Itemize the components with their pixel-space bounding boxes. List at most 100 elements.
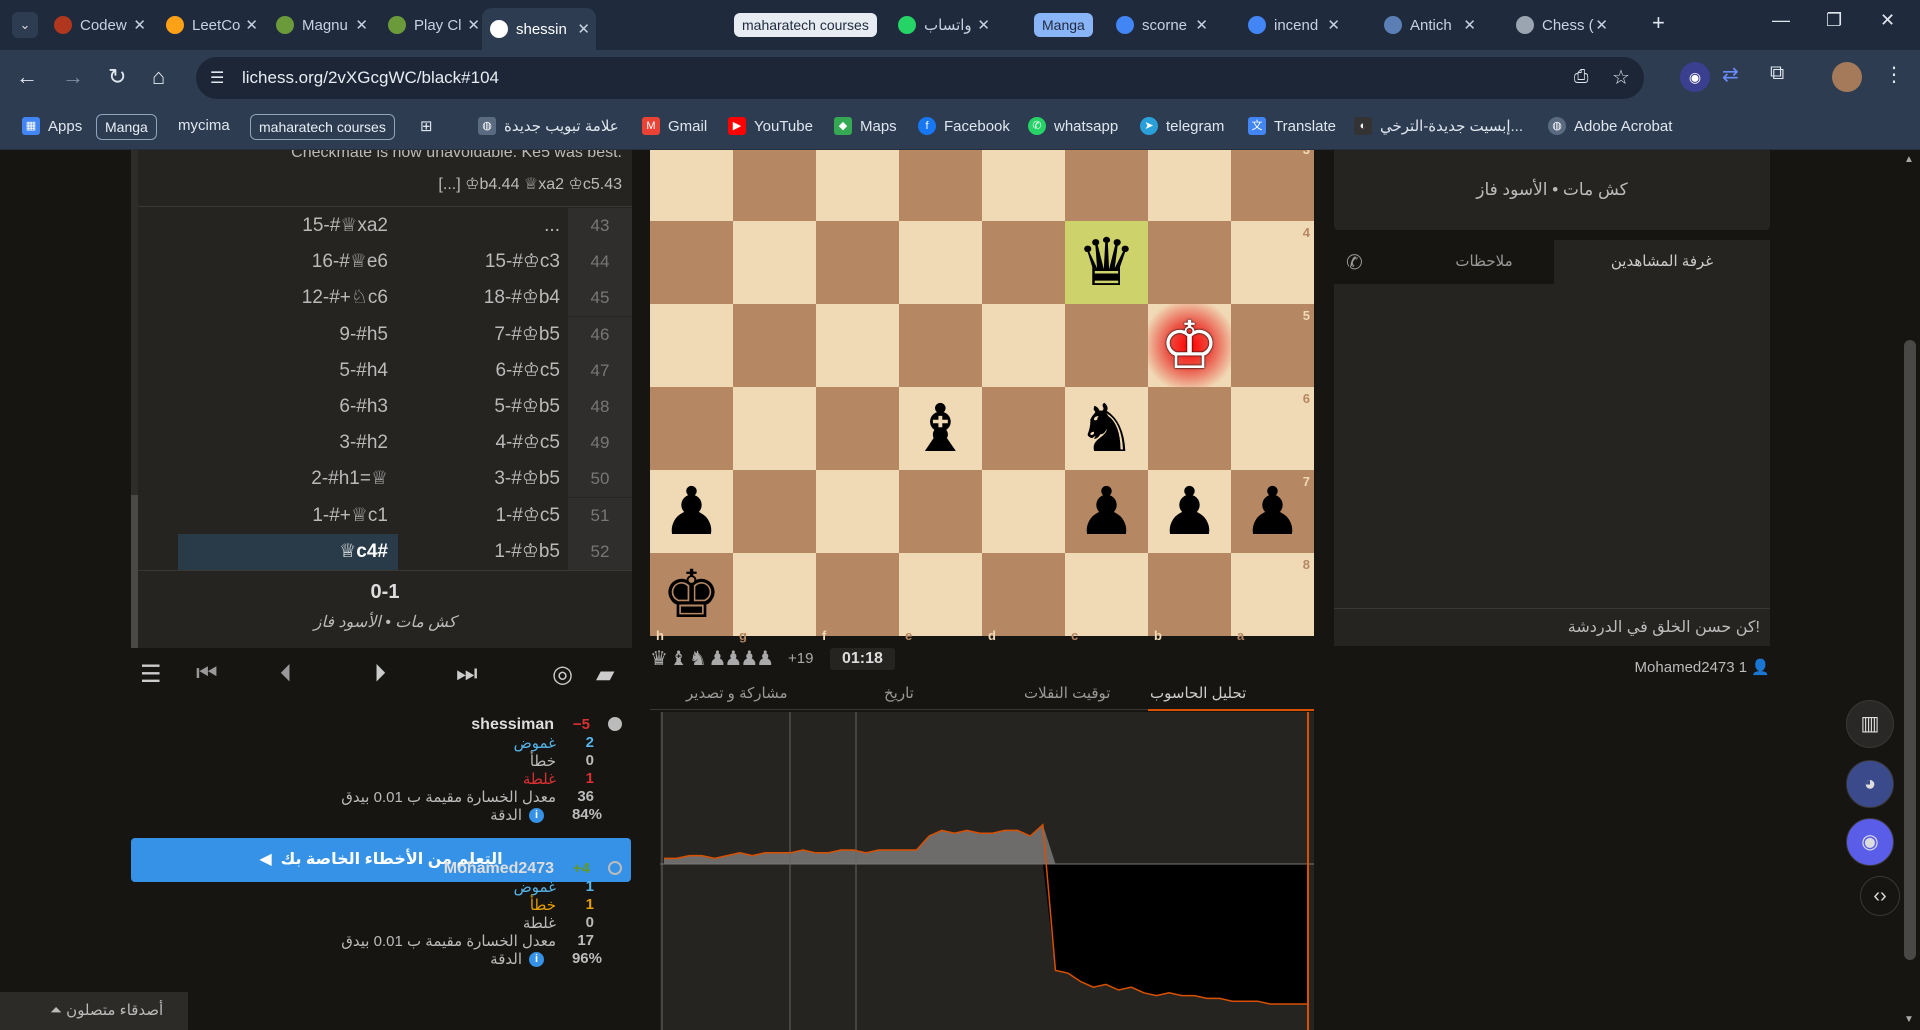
discord-bubble-icon[interactable]: ◉	[1846, 818, 1894, 866]
phone-icon[interactable]: ✆	[1346, 250, 1363, 275]
new-tab-plus-icon[interactable]: +	[1652, 10, 1665, 36]
scroll-down-arrow-icon[interactable]: ▼	[1904, 1014, 1914, 1025]
white-move[interactable]: 5-#♔b5	[398, 389, 568, 425]
board-square[interactable]	[733, 304, 816, 387]
board-square[interactable]	[816, 553, 899, 636]
tab-close-icon[interactable]: ✕	[1463, 16, 1476, 34]
reload-icon[interactable]: ↻	[108, 64, 126, 90]
tab-close-icon[interactable]: ✕	[245, 16, 258, 34]
white-move[interactable]: 4-#♔c5	[398, 425, 568, 461]
forward-arrow-icon[interactable]: →	[62, 64, 84, 90]
black-bishop-piece[interactable]: ♝	[899, 387, 982, 470]
tab-close-icon[interactable]: ✕	[133, 16, 146, 34]
chess-board[interactable]: ♛♔♝♞♟♟♟♟♚hgfedcba345678	[650, 150, 1314, 646]
tab-crosstable[interactable]: تاريخ	[884, 684, 914, 702]
board-square[interactable]	[982, 470, 1065, 553]
browser-tab[interactable]: ● scorne ✕	[1108, 8, 1214, 42]
tab-close-icon[interactable]: ✕	[977, 16, 990, 34]
extension-discord-icon[interactable]: ◉	[1680, 62, 1710, 92]
board-square[interactable]	[816, 221, 899, 304]
tab-move-times[interactable]: توقيت النقلات	[1024, 684, 1110, 702]
board-square[interactable]	[1148, 553, 1231, 636]
board-square[interactable]	[982, 387, 1065, 470]
board-square[interactable]	[1065, 304, 1148, 387]
advantage-chart[interactable]	[660, 712, 1314, 1030]
white-move[interactable]: 15-#♔c3	[398, 244, 568, 280]
home-icon[interactable]: ⌂	[152, 64, 165, 90]
board-square[interactable]	[899, 150, 982, 221]
white-move[interactable]: 7-#♔b5	[398, 317, 568, 353]
board-square[interactable]	[650, 304, 733, 387]
profile-avatar[interactable]	[1832, 62, 1862, 92]
board-square[interactable]	[1148, 221, 1231, 304]
menu-kebab-icon[interactable]: ⋮	[1884, 62, 1904, 87]
color-wheel-icon[interactable]: ◕	[1846, 760, 1894, 808]
black-move[interactable]: ♕c4#	[178, 533, 398, 570]
code-toggle-icon[interactable]: ‹›	[1860, 876, 1900, 916]
restore-icon[interactable]: ❐	[1826, 10, 1842, 31]
advantage-chart-svg[interactable]	[660, 712, 1314, 1030]
bookmark-folder-grid-icon[interactable]: ⊞	[420, 117, 433, 135]
bookmark-star-icon[interactable]: ☆	[1612, 65, 1630, 90]
board-square[interactable]	[1231, 150, 1314, 221]
board-square[interactable]	[733, 553, 816, 636]
next-move-icon[interactable]: ⏵	[374, 660, 386, 688]
black-move[interactable]: 12-#+♘c6	[178, 280, 398, 316]
black-move[interactable]: 1-#+♕c1	[178, 498, 398, 534]
browser-tab[interactable]: ● Play Cl ✕	[380, 8, 486, 42]
board-square[interactable]	[982, 553, 1065, 636]
extensions-puzzle-icon[interactable]: ⧉	[1770, 62, 1784, 85]
tab-group-maharatech[interactable]: maharatech courses	[734, 13, 877, 37]
board-square[interactable]	[733, 387, 816, 470]
browser-tab[interactable]: ● Antich ✕	[1376, 8, 1482, 42]
white-move[interactable]: ...	[398, 208, 568, 244]
board-square[interactable]	[816, 150, 899, 221]
white-move[interactable]: 3-#♔b5	[398, 461, 568, 497]
bookmark-mycima[interactable]: mycima	[178, 117, 230, 134]
white-move[interactable]: 6-#♔c5	[398, 353, 568, 389]
browser-tab[interactable]: ● Chess (✕	[1508, 8, 1614, 42]
site-info-icon[interactable]: ☰	[210, 68, 224, 88]
bookmark-facebook[interactable]: f Facebook	[918, 117, 1010, 135]
bookmark-youtube[interactable]: ▶ YouTube	[728, 117, 813, 135]
black-move[interactable]: 9-#h5	[178, 317, 398, 353]
board-square[interactable]	[733, 470, 816, 553]
black-pawn-piece[interactable]: ♟	[1148, 470, 1231, 553]
first-move-icon[interactable]: ⏮	[196, 660, 218, 688]
bookmark-translate[interactable]: 文 Translate	[1248, 117, 1336, 135]
extension-arrows-icon[interactable]: ⇄	[1722, 62, 1739, 87]
bookmark-acrobat[interactable]: ◍ Adobe Acrobat	[1548, 117, 1672, 135]
browser-tab[interactable]: ● Codew ✕	[46, 8, 152, 42]
board-square[interactable]	[1231, 387, 1314, 470]
minimize-icon[interactable]: —	[1772, 10, 1790, 31]
black-pawn-piece[interactable]: ♟	[650, 470, 733, 553]
black-king-piece[interactable]: ♚	[650, 553, 733, 636]
bookmark-episode[interactable]: ◐ إبسيت جديدة-الترخي...	[1354, 117, 1523, 135]
tab-search-button[interactable]: ⌄	[12, 12, 38, 38]
tab-spectator-room[interactable]: غرفة المشاهدين	[1554, 240, 1770, 284]
tab-notes[interactable]: ملاحظات	[1424, 240, 1544, 284]
engine-variation[interactable]: [...] ♔b4.44 ♕xa2 ♔c5.43	[438, 174, 622, 194]
chat-input[interactable]: كن حسن الخلق في الدردشة!	[1334, 608, 1770, 646]
menu-hamburger-icon[interactable]: ☰	[140, 660, 162, 689]
board-square[interactable]	[1148, 387, 1231, 470]
move-list-scroll-thumb[interactable]	[131, 495, 138, 648]
browser-tab[interactable]: ● Magnu ✕	[268, 8, 374, 42]
tab-close-icon[interactable]: ✕	[467, 16, 480, 34]
board-square[interactable]	[1231, 553, 1314, 636]
board-square[interactable]	[1231, 221, 1314, 304]
tab-computer-analysis[interactable]: تحليل الحاسوب	[1150, 684, 1246, 702]
bookmark-manga[interactable]: Manga	[96, 114, 157, 140]
white-move[interactable]: 1-#♔c5	[398, 498, 568, 534]
info-icon[interactable]: i	[529, 808, 544, 823]
bookmark-maps[interactable]: ◆ Maps	[834, 117, 897, 135]
black-queen-piece[interactable]: ♛	[1065, 221, 1148, 304]
tab-group-manga[interactable]: Manga	[1034, 13, 1093, 37]
board-square[interactable]	[816, 304, 899, 387]
tab-close-icon[interactable]: ✕	[577, 20, 590, 38]
board-square[interactable]	[982, 221, 1065, 304]
board-square[interactable]	[982, 150, 1065, 221]
board-square[interactable]	[650, 221, 733, 304]
board-square[interactable]	[1231, 304, 1314, 387]
board-square[interactable]	[733, 150, 816, 221]
